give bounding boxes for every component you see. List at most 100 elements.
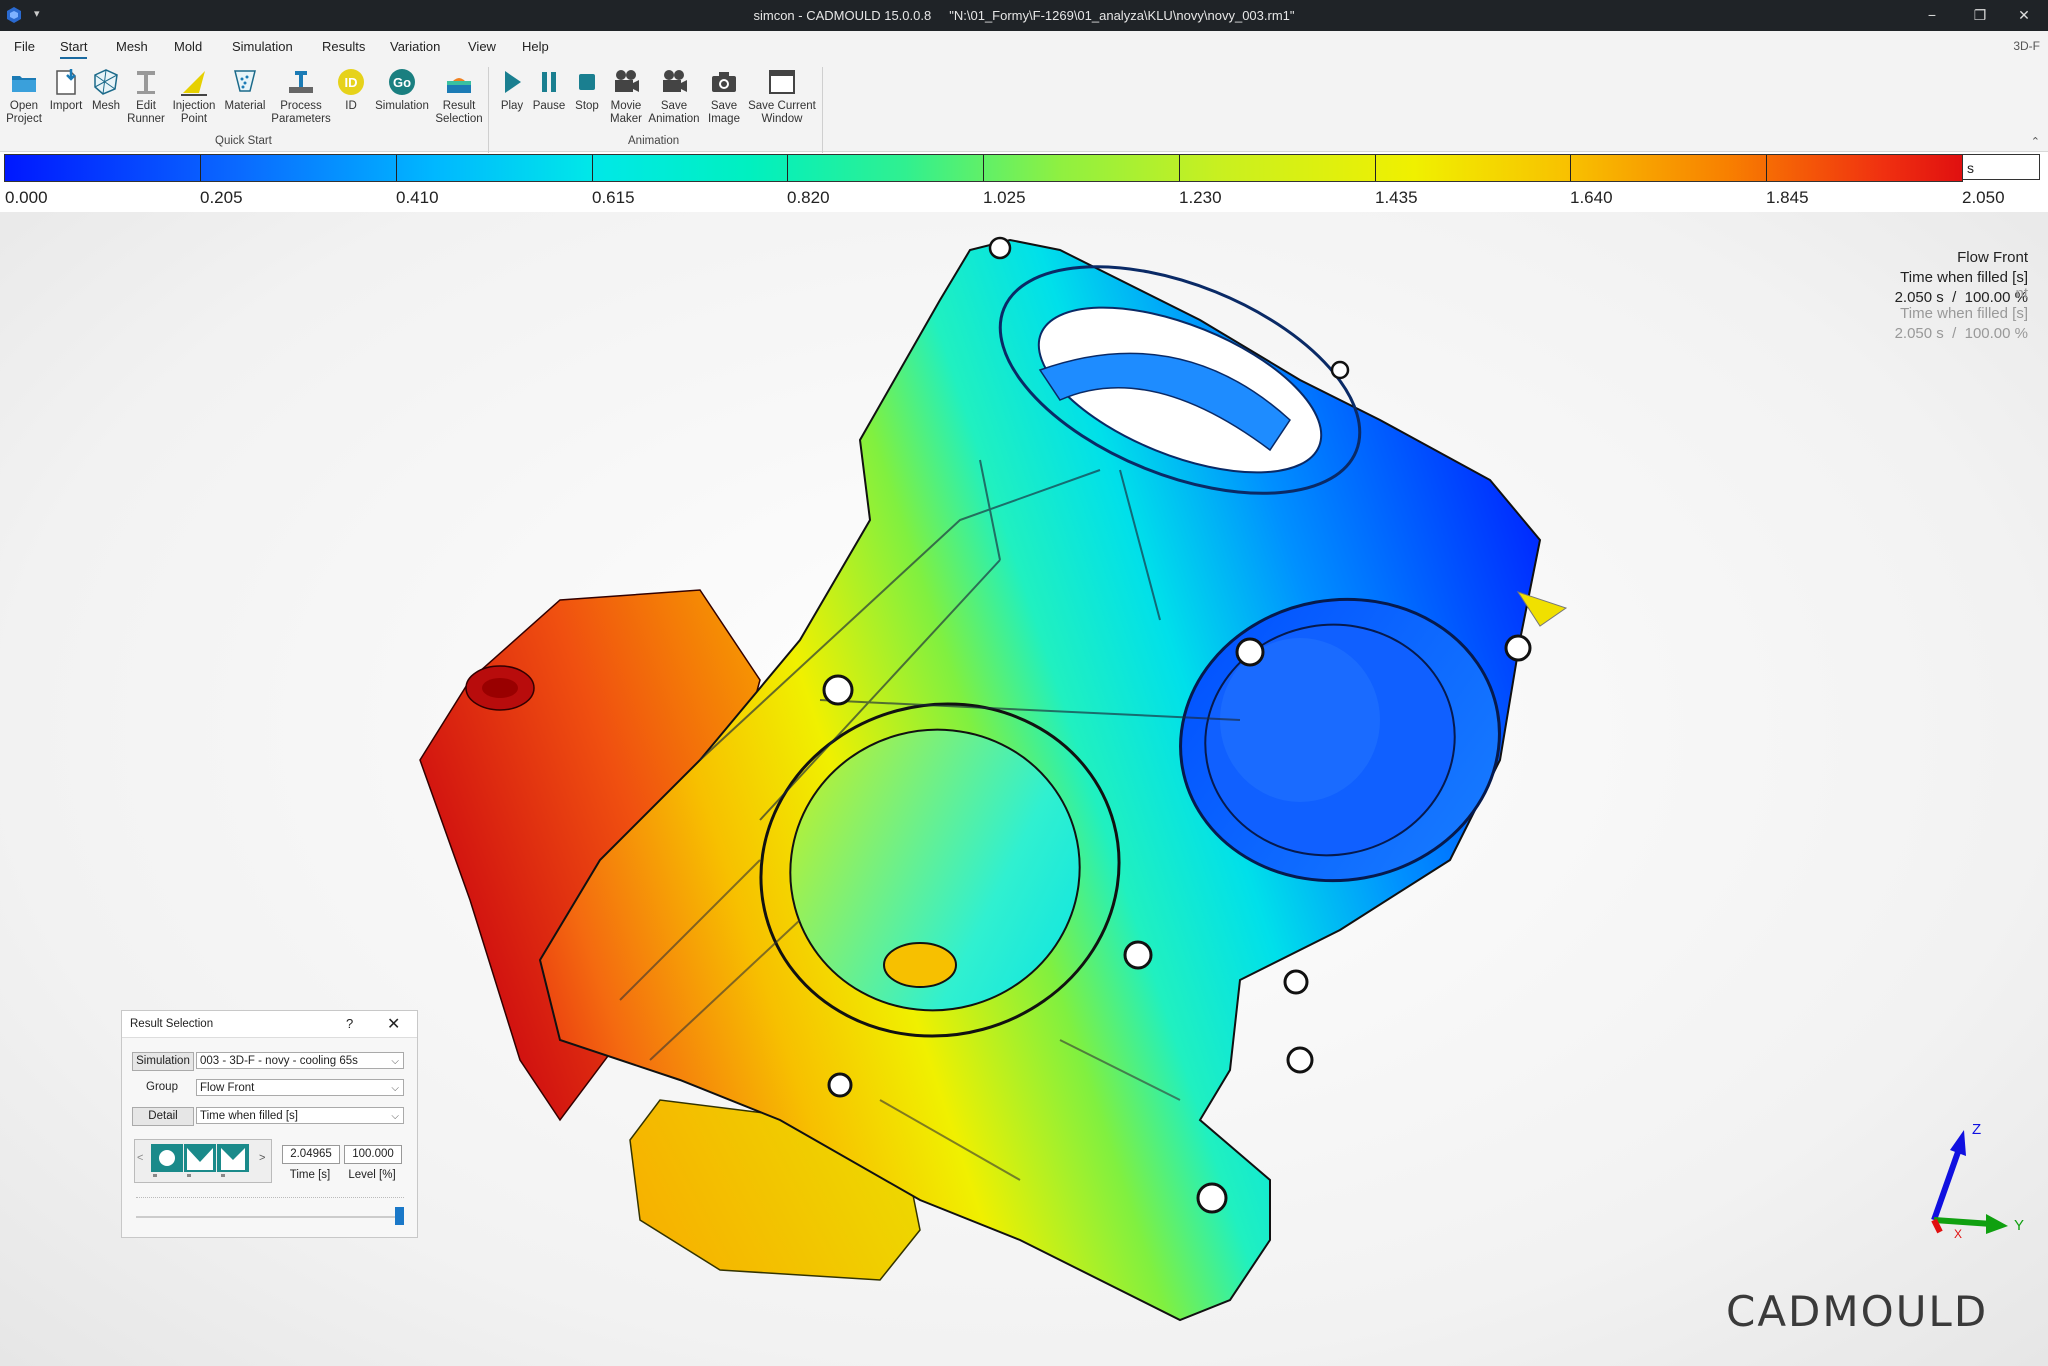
pause-button[interactable]: Pause: [530, 67, 568, 113]
id-button[interactable]: ID ID: [334, 67, 368, 113]
restore-button[interactable]: ❐: [1960, 4, 2000, 26]
menu-simulation[interactable]: Simulation: [232, 39, 293, 54]
folder-icon: [12, 76, 36, 92]
scale-label: 1.845: [1766, 188, 1809, 207]
axis-triad: Z Y X: [1931, 1121, 2024, 1240]
scale-label: 0.820: [787, 188, 830, 207]
result-name-ghost: nt: [2015, 285, 2028, 302]
scale-tick: [592, 155, 593, 181]
view-mode-icons[interactable]: [151, 1144, 249, 1178]
pause-icon: [542, 72, 556, 92]
level-input[interactable]: 100.000: [344, 1145, 402, 1164]
panel-close-button[interactable]: ✕: [387, 1014, 400, 1034]
id-icon: ID: [338, 69, 364, 95]
material-icon: [234, 70, 256, 92]
y-axis-label: Y: [2014, 1217, 2024, 1234]
result-selection-icon: [447, 78, 471, 93]
scale-label: 1.025: [983, 188, 1026, 207]
camera-icon: [712, 72, 736, 92]
help-button[interactable]: ?: [346, 1016, 353, 1031]
chevron-down-icon: ⌵: [391, 1111, 399, 1122]
chevron-down-icon: ⌵: [391, 1083, 399, 1094]
scale-label: 1.230: [1179, 188, 1222, 207]
open-project-button[interactable]: Open Project: [4, 67, 44, 126]
detail-select[interactable]: Time when filled [s] ⌵: [196, 1107, 404, 1124]
scale-label: 0.000: [5, 188, 48, 207]
svg-text:ID: ID: [345, 75, 358, 90]
simulation-label-button[interactable]: Simulation: [132, 1052, 194, 1071]
stop-button[interactable]: Stop: [568, 67, 606, 113]
scale-tick: [1766, 155, 1767, 181]
menu-file[interactable]: File: [14, 39, 35, 54]
chevron-down-icon: ⌵: [391, 1056, 399, 1067]
edit-runner-button[interactable]: Edit Runner: [126, 67, 166, 126]
result-selection-button[interactable]: Result Selection: [434, 67, 484, 126]
mesh-icon: [94, 69, 118, 95]
import-button[interactable]: Import: [46, 67, 86, 113]
movie-maker-button[interactable]: Movie Maker: [606, 67, 646, 126]
result-detail-ghost: Time when filled [s]: [1900, 305, 2028, 322]
title-bar: ▾ simcon - CADMOULD 15.0.0.8 "N:\01_Form…: [0, 0, 2048, 31]
menu-help[interactable]: Help: [522, 39, 549, 54]
x-axis-label: X: [1954, 1227, 1962, 1240]
close-button[interactable]: ✕: [2004, 4, 2044, 26]
mesh-button[interactable]: Mesh: [86, 67, 126, 113]
group-select[interactable]: Flow Front ⌵: [196, 1079, 404, 1096]
collapse-ribbon-button[interactable]: ⌃: [2031, 135, 2040, 148]
simulation-button[interactable]: Go Simulation: [370, 67, 434, 113]
scale-tick: [983, 155, 984, 181]
detail-label-button[interactable]: Detail: [132, 1107, 194, 1126]
go-icon: Go: [389, 69, 415, 95]
material-button[interactable]: Material: [222, 67, 268, 113]
play-button[interactable]: Play: [494, 67, 530, 113]
scale-tick: [1570, 155, 1571, 181]
time-slider-thumb[interactable]: [395, 1207, 404, 1225]
slider-ticks: [136, 1197, 404, 1199]
quick-start-group-label: Quick Start: [215, 135, 272, 147]
menu-mold[interactable]: Mold: [174, 39, 202, 54]
ribbon: File Start Mesh Mold Simulation Results …: [0, 31, 2048, 153]
color-scale-bar: [4, 154, 1963, 182]
injection-point-button[interactable]: Injection Point: [170, 67, 218, 126]
svg-text:Go: Go: [393, 75, 411, 90]
scale-tick: [1375, 155, 1376, 181]
minimize-button[interactable]: −: [1912, 4, 1952, 26]
group-label: Group: [146, 1081, 178, 1093]
runner-icon: [137, 71, 155, 94]
process-parameters-icon: [289, 71, 313, 93]
scale-tick: [200, 155, 201, 181]
window-icon: [769, 70, 795, 94]
z-axis-label: Z: [1972, 1121, 1981, 1138]
simulation-select[interactable]: 003 - 3D-F - novy - cooling 65s ⌵: [196, 1052, 404, 1069]
save-current-window-button[interactable]: Save Current Window: [746, 67, 818, 126]
scale-label: 0.615: [592, 188, 635, 207]
result-selection-panel: Result Selection ? ✕ Simulation 003 - 3D…: [121, 1010, 418, 1238]
menu-results[interactable]: Results: [322, 39, 365, 54]
animation-group-label: Animation: [628, 135, 680, 147]
time-label: Time [s]: [289, 1169, 331, 1181]
result-info-ghost: nt Time when filled [s] 2.050 s / 100.00…: [1895, 284, 2028, 344]
save-image-button[interactable]: Save Image: [702, 67, 746, 126]
menu-variation[interactable]: Variation: [390, 39, 440, 54]
scale-tick: [787, 155, 788, 181]
result-name: Flow Front: [1957, 249, 2028, 266]
mode-indicator: 3D-F: [2013, 39, 2040, 53]
group-separator: [488, 67, 489, 153]
time-slider-track[interactable]: [136, 1216, 404, 1218]
time-input[interactable]: 2.04965: [282, 1145, 340, 1164]
brand-logo: CADMOULD: [1726, 1287, 1989, 1336]
menu-mesh[interactable]: Mesh: [116, 39, 148, 54]
prev-view-button[interactable]: <: [137, 1152, 143, 1164]
stop-icon: [579, 74, 595, 90]
scale-unit-field[interactable]: s: [1962, 154, 2040, 180]
menu-view[interactable]: View: [468, 39, 496, 54]
scale-label: 0.205: [200, 188, 243, 207]
panel-title: Result Selection: [130, 1018, 214, 1030]
next-view-button[interactable]: >: [259, 1152, 265, 1164]
save-animation-button[interactable]: Save Animation: [646, 67, 702, 126]
process-parameters-button[interactable]: Process Parameters: [268, 67, 334, 126]
group-separator: [822, 67, 823, 153]
menu-start[interactable]: Start: [60, 39, 88, 59]
scale-tick: [1179, 155, 1180, 181]
scale-tick: [396, 155, 397, 181]
